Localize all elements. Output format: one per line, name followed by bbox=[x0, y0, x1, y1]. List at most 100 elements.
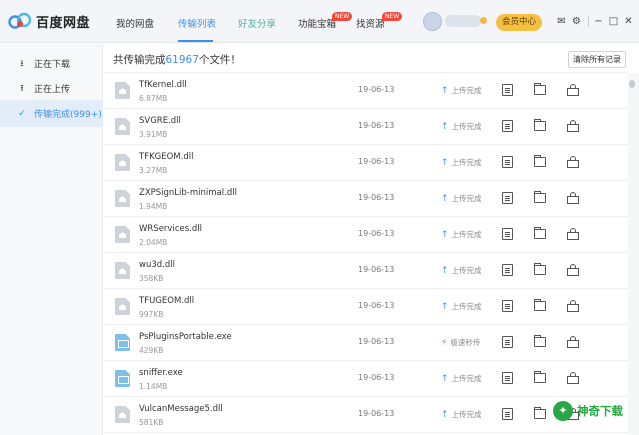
tab-transfer-list[interactable]: 传输列表 bbox=[178, 16, 216, 30]
file-date: 19-06-13 bbox=[358, 193, 395, 202]
file-size: 997KB bbox=[139, 310, 164, 319]
view-details-icon[interactable] bbox=[502, 228, 513, 240]
open-folder-icon[interactable] bbox=[534, 263, 546, 275]
tab-find-resources[interactable]: 找资源 bbox=[356, 16, 385, 30]
view-details-icon[interactable] bbox=[502, 408, 513, 420]
share-basket-icon[interactable] bbox=[567, 300, 579, 312]
open-folder-icon[interactable] bbox=[534, 155, 546, 167]
table-row[interactable]: VulcanMessage5.dll 581KB 19-06-13 ↑ 上传完成 bbox=[104, 397, 628, 433]
file-name[interactable]: SVGRE.dll bbox=[139, 116, 181, 126]
status-text: 上传完成 bbox=[451, 86, 482, 95]
vip-center-button[interactable]: 会员中心 bbox=[496, 14, 542, 31]
file-name[interactable]: TfKernel.dll bbox=[139, 80, 187, 90]
watermark-text: 神奇下载 bbox=[577, 404, 623, 418]
maximize-icon[interactable]: □ bbox=[608, 16, 619, 27]
watermark: ✦ 神奇下载 bbox=[553, 400, 623, 422]
scrollbar[interactable] bbox=[628, 73, 639, 435]
view-details-icon[interactable] bbox=[502, 120, 513, 132]
share-basket-icon[interactable] bbox=[567, 120, 579, 132]
upload-arrow-icon: ↑ bbox=[441, 121, 449, 132]
file-date: 19-06-13 bbox=[358, 373, 395, 382]
view-details-icon[interactable] bbox=[502, 192, 513, 204]
open-folder-icon[interactable] bbox=[534, 119, 546, 131]
table-row[interactable]: WRServices.dll 2.04MB 19-06-13 ↑ 上传完成 bbox=[104, 217, 628, 253]
flash-icon: ⚡ bbox=[441, 337, 448, 348]
open-folder-icon[interactable] bbox=[534, 191, 546, 203]
username[interactable]: xinday bbox=[445, 15, 481, 27]
share-basket-icon[interactable] bbox=[567, 372, 579, 384]
tab-toolbox[interactable]: 功能宝箱 bbox=[298, 16, 336, 30]
open-folder-icon[interactable] bbox=[534, 407, 546, 419]
open-folder-icon[interactable] bbox=[534, 83, 546, 95]
view-details-icon[interactable] bbox=[502, 372, 513, 384]
view-details-icon[interactable] bbox=[502, 300, 513, 312]
status-text: 上传完成 bbox=[451, 194, 482, 203]
upload-arrow-icon: ↑ bbox=[441, 229, 449, 240]
transfer-status: ↑ 上传完成 bbox=[441, 85, 482, 96]
clear-all-records-button[interactable]: 清除所有记录 bbox=[568, 51, 626, 68]
view-details-icon[interactable] bbox=[502, 264, 513, 276]
file-name[interactable]: VulcanMessage5.dll bbox=[139, 404, 223, 414]
exe-file-icon bbox=[115, 334, 130, 351]
open-folder-icon[interactable] bbox=[534, 371, 546, 383]
mail-icon[interactable]: ✉ bbox=[556, 16, 567, 27]
avatar[interactable] bbox=[423, 12, 442, 31]
file-name[interactable]: wu3d.dll bbox=[139, 260, 175, 270]
table-row[interactable]: SVGRE.dll 3.91MB 19-06-13 ↑ 上传完成 bbox=[104, 109, 628, 145]
table-row[interactable]: wu3d.dll 358KB 19-06-13 ↑ 上传完成 bbox=[104, 253, 628, 289]
exe-file-icon bbox=[115, 370, 130, 387]
file-date: 19-06-13 bbox=[358, 121, 395, 130]
table-row[interactable]: PsPluginsPortable.exe 429KB 19-06-13 ⚡ 极速秒传 bbox=[104, 325, 628, 361]
open-folder-icon[interactable] bbox=[534, 335, 546, 347]
file-name[interactable]: TFUGEOM.dll bbox=[139, 296, 194, 306]
transfer-status: ↑ 上传完成 bbox=[441, 229, 482, 240]
gear-icon[interactable]: ⚙ bbox=[571, 16, 582, 27]
share-basket-icon[interactable] bbox=[567, 336, 579, 348]
file-size: 358KB bbox=[139, 274, 164, 283]
status-text: 上传完成 bbox=[451, 374, 482, 383]
share-basket-icon[interactable] bbox=[567, 264, 579, 276]
transfer-status: ⚡ 极速秒传 bbox=[441, 337, 480, 348]
transfer-status: ↑ 上传完成 bbox=[441, 121, 482, 132]
scrollbar-thumb[interactable] bbox=[629, 80, 635, 88]
status-text: 上传完成 bbox=[451, 230, 482, 239]
table-row[interactable]: TFUGEOM.dll 997KB 19-06-13 ↑ 上传完成 bbox=[104, 289, 628, 325]
transfer-status: ↑ 上传完成 bbox=[441, 265, 482, 276]
open-folder-icon[interactable] bbox=[534, 299, 546, 311]
file-date: 19-06-13 bbox=[358, 157, 395, 166]
app-title: 百度网盘 bbox=[36, 15, 91, 31]
file-name[interactable]: PsPluginsPortable.exe bbox=[139, 332, 232, 342]
open-folder-icon[interactable] bbox=[534, 227, 546, 239]
close-icon[interactable]: ✕ bbox=[623, 16, 634, 27]
table-row[interactable]: sniffer.exe 1.14MB 19-06-13 ↑ 上传完成 bbox=[104, 361, 628, 397]
new-badge: NEW bbox=[332, 12, 353, 21]
minimize-icon[interactable]: − bbox=[593, 16, 604, 27]
share-basket-icon[interactable] bbox=[567, 228, 579, 240]
share-basket-icon[interactable] bbox=[567, 84, 579, 96]
file-name[interactable]: ZXPSignLib-minimal.dll bbox=[139, 188, 237, 198]
view-details-icon[interactable] bbox=[502, 336, 513, 348]
sidebar-item-label: 传输完成(999+) bbox=[34, 110, 102, 120]
file-date: 19-06-13 bbox=[358, 265, 395, 274]
sidebar-item-completed[interactable]: ✓ 传输完成(999+) bbox=[0, 100, 103, 127]
tab-my-disk[interactable]: 我的网盘 bbox=[116, 16, 154, 30]
view-details-icon[interactable] bbox=[502, 84, 513, 96]
sidebar-item-uploading[interactable]: ⭱ 正在上传 bbox=[0, 75, 103, 102]
file-name[interactable]: sniffer.exe bbox=[139, 368, 183, 378]
share-basket-icon[interactable] bbox=[567, 192, 579, 204]
table-row[interactable]: TFKGEOM.dll 3.27MB 19-06-13 ↑ 上传完成 bbox=[104, 145, 628, 181]
file-date: 19-06-13 bbox=[358, 337, 395, 346]
view-details-icon[interactable] bbox=[502, 156, 513, 168]
file-name[interactable]: WRServices.dll bbox=[139, 224, 202, 234]
file-date: 19-06-13 bbox=[358, 301, 395, 310]
tab-friend-share[interactable]: 好友分享 bbox=[238, 16, 276, 30]
sidebar-item-downloading[interactable]: ⭳ 正在下载 bbox=[0, 50, 103, 77]
file-size: 429KB bbox=[139, 346, 164, 355]
upload-icon: ⭱ bbox=[20, 83, 24, 94]
dll-file-icon bbox=[115, 154, 130, 171]
table-row[interactable]: ZXPSignLib-minimal.dll 1.94MB 19-06-13 ↑ 上传完… bbox=[104, 181, 628, 217]
transfer-summary: 共传输完成61967个文件！ bbox=[113, 52, 241, 67]
file-name[interactable]: TFKGEOM.dll bbox=[139, 152, 193, 162]
share-basket-icon[interactable] bbox=[567, 156, 579, 168]
table-row[interactable]: TfKernel.dll 6.87MB 19-06-13 ↑ 上传完成 bbox=[104, 73, 628, 109]
